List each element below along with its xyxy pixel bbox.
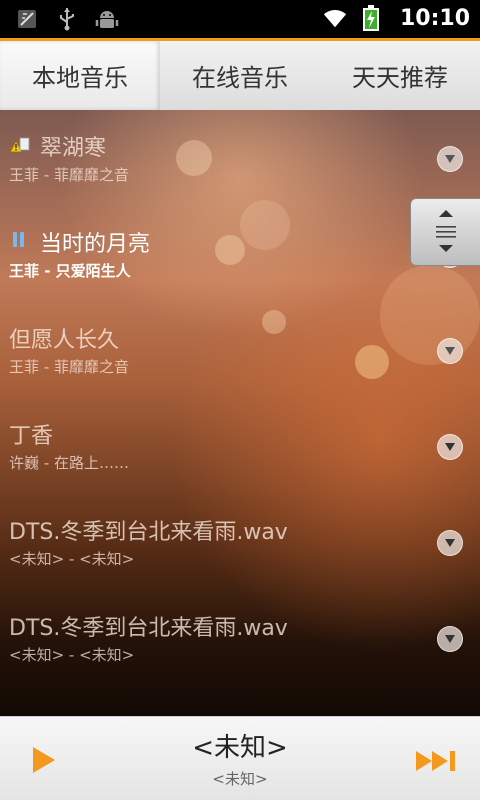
song-menu-button[interactable] [437,338,463,364]
song-list[interactable]: 翠湖寒 王菲 - 菲靡靡之音 当时的月亮 王菲 - 只爱陌生人 但愿人长久 王菲… [0,110,480,716]
mini-player[interactable]: <未知> <未知> [0,716,480,800]
list-item[interactable]: DTS.冬季到台北来看雨.wav <未知> - <未知> [0,590,480,686]
tab-local-music[interactable]: 本地音乐 [0,41,160,110]
tab-online-music[interactable]: 在线音乐 [160,41,320,110]
next-button[interactable] [414,747,462,775]
now-playing-artist: <未知> [212,770,268,788]
fast-scroll-icon [436,210,456,252]
warning-file-icon [9,134,31,154]
status-bar: 10:10 [0,0,480,38]
song-title: DTS.冬季到台北来看雨.wav [9,616,288,641]
tab-daily-recommend[interactable]: 天天推荐 [320,41,480,110]
usb-icon [54,5,80,33]
chevron-down-icon [445,443,455,451]
song-subtitle: 王菲 - 只爱陌生人 [9,262,131,280]
play-button[interactable] [28,745,58,775]
song-subtitle: 许巍 - 在路上…… [9,454,129,472]
android-debug-icon [94,5,120,33]
now-playing-title: <未知> [192,733,288,763]
fast-scroll-thumb[interactable] [410,198,480,266]
song-menu-button[interactable] [437,434,463,460]
tab-label: 本地音乐 [32,64,128,92]
tab-bar: 本地音乐 在线音乐 天天推荐 [0,38,480,110]
song-title: 翠湖寒 [40,136,107,161]
list-item[interactable]: 当时的月亮 王菲 - 只爱陌生人 [0,206,480,302]
song-title: 但愿人长久 [9,328,120,353]
tab-label: 天天推荐 [352,64,448,92]
clock: 10:10 [399,5,470,31]
song-subtitle: <未知> - <未知> [9,646,135,664]
list-item[interactable]: 但愿人长久 王菲 - 菲靡靡之音 [0,302,480,398]
chevron-down-icon [445,539,455,547]
song-subtitle: <未知> - <未知> [9,550,135,568]
song-subtitle: 王菲 - 菲靡靡之音 [9,358,129,376]
list-item[interactable]: 翠湖寒 王菲 - 菲靡靡之音 [0,110,480,206]
tab-label: 在线音乐 [192,64,288,92]
list-item[interactable]: DTS.冬季到台北来看雨.wav <未知> - <未知> [0,494,480,590]
chevron-down-icon [445,635,455,643]
song-subtitle: 王菲 - 菲靡靡之音 [9,166,129,184]
song-title: DTS.冬季到台北来看雨.wav [9,520,288,545]
song-title: 丁香 [9,424,54,449]
chevron-down-icon [445,347,455,355]
song-menu-button[interactable] [437,530,463,556]
pause-icon [9,230,31,250]
list-item[interactable]: 丁香 许巍 - 在路上…… [0,398,480,494]
wifi-icon [322,4,348,32]
skip-next-icon [416,751,455,771]
no-sim-icon [14,5,40,33]
song-menu-button[interactable] [437,626,463,652]
chevron-down-icon [445,155,455,163]
battery-charging-icon [358,4,384,32]
play-icon [33,747,55,773]
song-menu-button[interactable] [437,146,463,172]
song-title: 当时的月亮 [40,232,151,257]
